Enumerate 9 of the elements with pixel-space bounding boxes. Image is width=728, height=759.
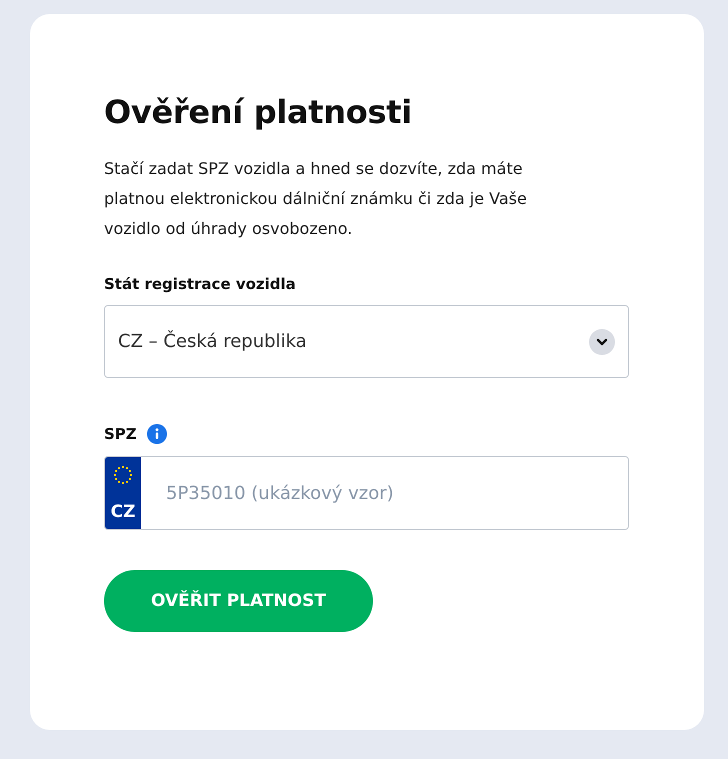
info-icon[interactable] [146,424,167,444]
country-select[interactable]: CZ – Česká republika [104,305,629,378]
field-label: SPZ [104,425,137,443]
stars-circle-icon [111,463,135,487]
chevron-down-icon [589,328,615,354]
description: Stačí zadat SPZ vozidla a hned se dozvíte, zda máte platnou elektronickou dálniční známku či zda je Vaše vozidlo od úhrady osvobozeno. [104,158,528,240]
page-title: Ověření platnosti [104,92,413,132]
field-label: Stát registrace vozidla [104,275,296,293]
country-plate-badge: CZ [105,457,141,529]
